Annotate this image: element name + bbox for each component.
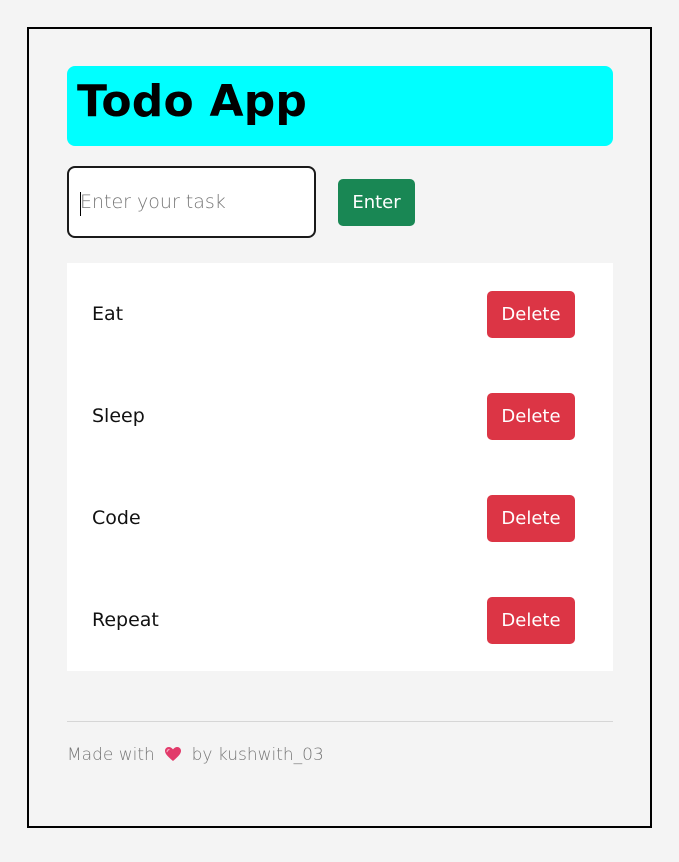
todo-label: Sleep [92, 405, 145, 427]
todo-label: Code [92, 507, 141, 529]
footer-prefix: Made with [67, 745, 155, 765]
app-frame: Todo App Enter Eat Delete Sleep Delete C… [27, 27, 652, 828]
list-item: Code Delete [67, 467, 613, 569]
footer: Made with by kushwith_03 [67, 745, 324, 765]
task-input[interactable] [67, 166, 316, 238]
list-item: Eat Delete [67, 263, 613, 365]
footer-suffix: by kushwith_03 [191, 745, 324, 765]
delete-button[interactable]: Delete [487, 393, 575, 440]
app-header: Todo App [67, 66, 613, 146]
heart-icon [164, 745, 182, 765]
page-title: Todo App [77, 76, 308, 127]
todo-label: Eat [92, 303, 124, 325]
delete-button[interactable]: Delete [487, 291, 575, 338]
delete-button[interactable]: Delete [487, 495, 575, 542]
delete-button[interactable]: Delete [487, 597, 575, 644]
text-caret [80, 192, 81, 216]
footer-divider [67, 721, 613, 722]
list-item: Sleep Delete [67, 365, 613, 467]
todo-list: Eat Delete Sleep Delete Code Delete Repe… [67, 263, 613, 671]
list-item: Repeat Delete [67, 569, 613, 671]
enter-button[interactable]: Enter [338, 179, 415, 226]
todo-label: Repeat [92, 609, 159, 631]
